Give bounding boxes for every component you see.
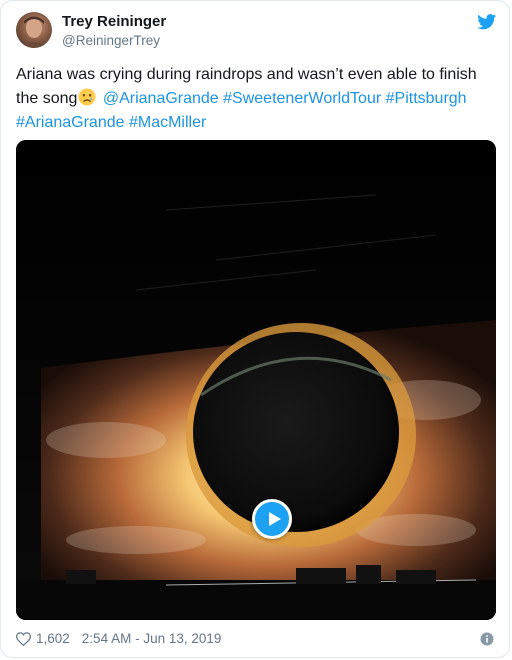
- mention-link[interactable]: @ArianaGrande: [103, 90, 219, 107]
- info-icon[interactable]: [480, 632, 494, 646]
- hashtag-link[interactable]: #MacMiller: [129, 114, 206, 131]
- tweet-card: Trey Reininger @ReiningerTrey Ariana was…: [0, 0, 510, 658]
- timestamp[interactable]: 2:54 AM - Jun 13, 2019: [82, 631, 222, 646]
- twitter-bird-icon[interactable]: [477, 14, 497, 30]
- tweet-text: Ariana was crying during raindrops and w…: [16, 63, 496, 135]
- play-icon[interactable]: [252, 499, 292, 539]
- avatar[interactable]: [16, 12, 52, 48]
- author-name[interactable]: Trey Reininger: [62, 13, 166, 30]
- hashtag-link[interactable]: #ArianaGrande: [16, 114, 125, 131]
- hashtag-link[interactable]: #SweetenerWorldTour: [223, 90, 381, 107]
- heart-icon[interactable]: [16, 631, 31, 646]
- video-thumbnail[interactable]: [16, 140, 496, 620]
- author-handle[interactable]: @ReiningerTrey: [62, 33, 160, 48]
- tweet-footer: 1,602 2:54 AM - Jun 13, 2019: [16, 631, 221, 646]
- hashtag-link[interactable]: #Pittsburgh: [386, 90, 467, 107]
- like-count[interactable]: 1,602: [36, 631, 70, 646]
- crying-face-icon: [78, 88, 96, 106]
